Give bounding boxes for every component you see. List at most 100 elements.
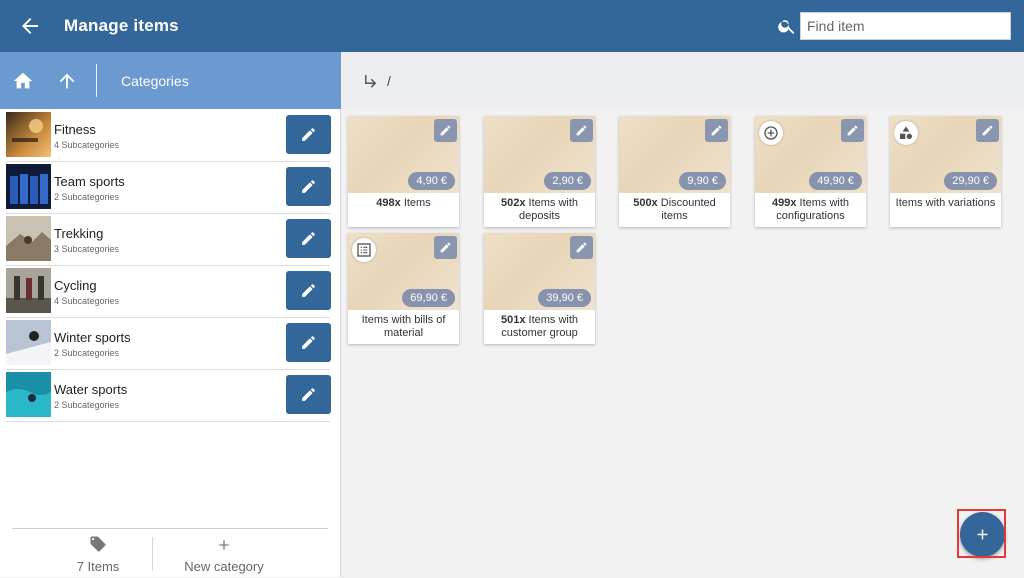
edit-item-button[interactable]: [434, 236, 457, 259]
category-subcount: 3 Subcategories: [54, 244, 120, 254]
pencil-icon: [711, 125, 722, 136]
items-label: 7 Items: [76, 559, 120, 574]
tile-count: 499x: [771, 197, 797, 209]
items-button[interactable]: 7 Items: [52, 533, 144, 575]
pencil-icon: [576, 242, 587, 253]
subdirectory-arrow-icon: [365, 75, 377, 88]
edit-category-button[interactable]: [286, 271, 331, 310]
edit-category-button[interactable]: [286, 375, 331, 414]
tile-count: 498x: [376, 197, 401, 209]
tile-count: 501x: [500, 314, 526, 326]
home-button[interactable]: [12, 70, 34, 92]
price-badge: 69,90 €: [402, 289, 455, 307]
plus-circle-icon: [764, 126, 778, 140]
edit-category-button[interactable]: [286, 115, 331, 154]
edit-item-button[interactable]: [434, 119, 457, 142]
category-thumbnail: [6, 164, 51, 209]
pencil-icon: [302, 232, 315, 245]
pencil-icon: [440, 242, 451, 253]
category-thumbnail: [6, 372, 51, 417]
price-badge: 9,90 €: [679, 172, 726, 190]
category-row-trekking[interactable]: Trekking 3 Subcategories: [6, 213, 331, 266]
home-icon: [13, 72, 33, 89]
bill-of-material-badge: [352, 238, 376, 262]
page-title: Manage items: [64, 16, 179, 35]
category-thumbnail: [6, 112, 51, 157]
item-tile[interactable]: 49,90 € 499x Items with configurations: [755, 116, 866, 227]
price-badge: 49,90 €: [809, 172, 862, 190]
add-item-fab[interactable]: [960, 512, 1005, 557]
category-row-water-sports[interactable]: Water sports 2 Subcategories: [6, 369, 331, 422]
edit-item-button[interactable]: [976, 119, 999, 142]
categories-title: Categories: [121, 73, 189, 89]
plus-icon: [219, 540, 229, 550]
left-footer: 7 Items New category: [12, 528, 328, 578]
price-badge: 39,90 €: [538, 289, 591, 307]
search-input[interactable]: [800, 12, 1011, 40]
new-category-button[interactable]: New category: [172, 533, 276, 575]
pencil-icon: [440, 125, 451, 136]
up-button[interactable]: [56, 70, 78, 92]
top-bar: Manage items: [0, 0, 1024, 52]
plus-icon: [977, 529, 988, 540]
item-tile[interactable]: 69,90 € Items with bills of material: [348, 233, 459, 344]
header-divider: [96, 64, 97, 97]
category-thumbnail: [6, 268, 51, 313]
tile-count: 500x: [633, 197, 658, 209]
tile-text: Items with bills of material: [361, 314, 446, 339]
item-tile[interactable]: 29,90 € Items with variations: [890, 116, 1001, 227]
new-category-label: New category: [184, 559, 264, 574]
category-name: Winter sports: [54, 330, 131, 345]
edit-category-button[interactable]: [286, 323, 331, 362]
edit-item-button[interactable]: [570, 236, 593, 259]
tile-count: 502x: [500, 197, 526, 209]
tile-label: 501x Items with customer group: [488, 314, 591, 340]
footer-divider: [152, 537, 153, 571]
category-row-team-sports[interactable]: Team sports 2 Subcategories: [6, 161, 331, 214]
tile-text: Items: [403, 197, 431, 209]
category-subcount: 2 Subcategories: [54, 400, 120, 410]
tile-text: Items with deposits: [519, 197, 579, 222]
variations-badge: [894, 121, 918, 145]
item-tile[interactable]: 4,90 € 498x Items: [348, 116, 459, 227]
category-name: Team sports: [54, 174, 125, 189]
category-subcount: 2 Subcategories: [54, 348, 120, 358]
tile-label: 502x Items with deposits: [488, 197, 591, 223]
pencil-icon: [302, 180, 315, 193]
tile-label: Items with variations: [894, 197, 997, 210]
price-badge: 4,90 €: [408, 172, 455, 190]
category-row-cycling[interactable]: Cycling 4 Subcategories: [6, 265, 331, 318]
item-tile[interactable]: 9,90 € 500x Discounted items: [619, 116, 730, 227]
category-subcount: 4 Subcategories: [54, 140, 120, 150]
shapes-icon: [900, 126, 912, 139]
back-button[interactable]: [18, 14, 42, 38]
edit-item-button[interactable]: [570, 119, 593, 142]
breadcrumb-root[interactable]: /: [387, 73, 391, 89]
edit-item-button[interactable]: [705, 119, 728, 142]
pencil-icon: [302, 284, 315, 297]
pencil-icon: [982, 125, 993, 136]
arrow-left-icon: [22, 18, 38, 34]
category-name: Fitness: [54, 122, 96, 137]
edit-item-button[interactable]: [841, 119, 864, 142]
pencil-icon: [576, 125, 587, 136]
category-subcount: 2 Subcategories: [54, 192, 120, 202]
pencil-icon: [302, 128, 315, 141]
item-tile[interactable]: 2,90 € 502x Items with deposits: [484, 116, 595, 227]
category-name: Cycling: [54, 278, 97, 293]
item-tile[interactable]: 39,90 € 501x Items with customer group: [484, 233, 595, 344]
category-name: Trekking: [54, 226, 104, 241]
item-grid: 4,90 € 498x Items 2,90 € 502x Items with…: [342, 109, 1024, 577]
category-row-winter-sports[interactable]: Winter sports 2 Subcategories: [6, 317, 331, 370]
edit-category-button[interactable]: [286, 167, 331, 206]
category-subcount: 4 Subcategories: [54, 296, 120, 306]
category-list-panel: Fitness 4 Subcategories Team sports 2 Su…: [0, 109, 341, 577]
search-icon: [777, 16, 797, 36]
tag-icon: [90, 536, 106, 552]
tile-text: Items with variations: [895, 197, 996, 209]
category-row-fitness[interactable]: Fitness 4 Subcategories: [6, 109, 331, 162]
category-thumbnail: [6, 320, 51, 365]
pencil-icon: [302, 336, 315, 349]
edit-category-button[interactable]: [286, 219, 331, 258]
categories-header: Categories: [0, 52, 341, 109]
